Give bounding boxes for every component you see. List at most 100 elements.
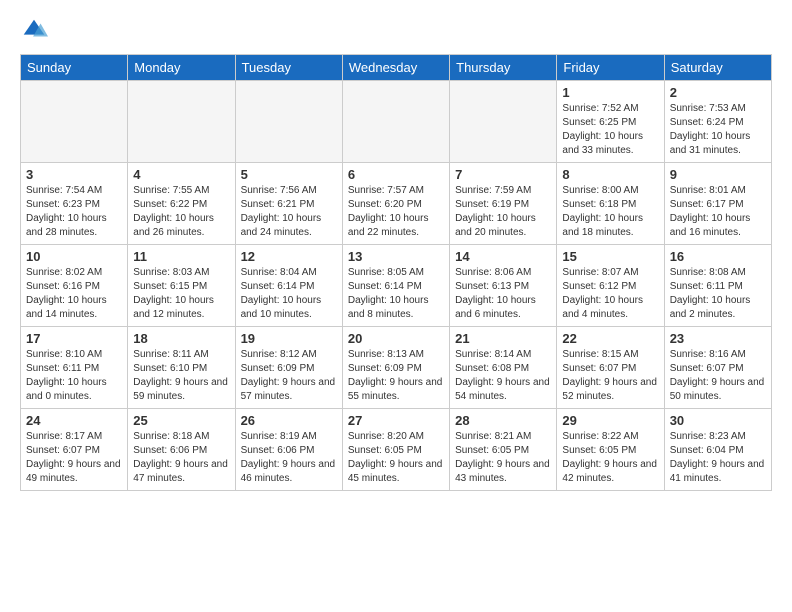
day-info: Sunrise: 7:53 AM Sunset: 6:24 PM Dayligh… [670,102,766,158]
day-number: 26 [241,413,337,428]
day-number: 19 [241,331,337,346]
header-day-monday: Monday [128,55,235,81]
calendar-cell: 7 Sunrise: 7:59 AM Sunset: 6:19 PM Daylig… [450,163,557,245]
calendar-cell: 11Sunrise: 8:03 AM Sunset: 6:15 PM Dayli… [128,245,235,327]
day-number: 6 [348,167,444,182]
day-number: 10 [26,249,122,264]
header-day-saturday: Saturday [664,55,771,81]
day-number: 8 [562,167,658,182]
calendar-cell: 23 Sunrise: 8:16 AM Sunset: 6:07 PM Dayli… [664,327,771,409]
day-number: 25 [133,413,229,428]
day-number: 22 [562,331,658,346]
day-number: 18 [133,331,229,346]
calendar-header-row: SundayMondayTuesdayWednesdayThursdayFrid… [21,55,772,81]
day-number: 23 [670,331,766,346]
calendar-week-2: 3 Sunrise: 7:54 AM Sunset: 6:23 PM Daylig… [21,163,772,245]
page: SundayMondayTuesdayWednesdayThursdayFrid… [0,0,792,507]
day-info: Sunrise: 8:11 AM Sunset: 6:10 PM Dayligh… [133,348,229,404]
day-number: 1 [562,85,658,100]
calendar-cell [21,81,128,163]
day-info: Sunrise: 8:23 AM Sunset: 6:04 PM Dayligh… [670,430,766,486]
day-number: 11 [133,249,229,264]
day-info: Sunrise: 8:19 AM Sunset: 6:06 PM Dayligh… [241,430,337,486]
calendar-cell: 10 Sunrise: 8:02 AM Sunset: 6:16 PM Dayli… [21,245,128,327]
day-info: Sunrise: 7:55 AM Sunset: 6:22 PM Dayligh… [133,184,229,240]
day-info: Sunrise: 8:15 AM Sunset: 6:07 PM Dayligh… [562,348,658,404]
calendar-cell: 28Sunrise: 8:21 AM Sunset: 6:05 PM Dayli… [450,409,557,491]
day-info: Sunrise: 7:59 AM Sunset: 6:19 PM Dayligh… [455,184,551,240]
day-number: 3 [26,167,122,182]
calendar-cell [235,81,342,163]
day-info: Sunrise: 8:05 AM Sunset: 6:14 PM Dayligh… [348,266,444,322]
calendar-cell: 1 Sunrise: 7:52 AM Sunset: 6:25 PM Daylig… [557,81,664,163]
calendar-cell: 15 Sunrise: 8:07 AM Sunset: 6:12 PM Dayli… [557,245,664,327]
calendar-cell: 26 Sunrise: 8:19 AM Sunset: 6:06 PM Dayli… [235,409,342,491]
calendar-week-4: 17Sunrise: 8:10 AM Sunset: 6:11 PM Dayli… [21,327,772,409]
day-info: Sunrise: 8:14 AM Sunset: 6:08 PM Dayligh… [455,348,551,404]
header-day-sunday: Sunday [21,55,128,81]
calendar-cell: 12Sunrise: 8:04 AM Sunset: 6:14 PM Dayli… [235,245,342,327]
header-day-wednesday: Wednesday [342,55,449,81]
calendar-cell: 16 Sunrise: 8:08 AM Sunset: 6:11 PM Dayli… [664,245,771,327]
day-info: Sunrise: 8:07 AM Sunset: 6:12 PM Dayligh… [562,266,658,322]
calendar-week-3: 10 Sunrise: 8:02 AM Sunset: 6:16 PM Dayli… [21,245,772,327]
calendar-week-1: 1 Sunrise: 7:52 AM Sunset: 6:25 PM Daylig… [21,81,772,163]
day-info: Sunrise: 8:18 AM Sunset: 6:06 PM Dayligh… [133,430,229,486]
day-number: 21 [455,331,551,346]
day-info: Sunrise: 7:57 AM Sunset: 6:20 PM Dayligh… [348,184,444,240]
day-info: Sunrise: 8:12 AM Sunset: 6:09 PM Dayligh… [241,348,337,404]
day-number: 29 [562,413,658,428]
calendar-cell: 17Sunrise: 8:10 AM Sunset: 6:11 PM Dayli… [21,327,128,409]
day-number: 15 [562,249,658,264]
calendar-cell: 18 Sunrise: 8:11 AM Sunset: 6:10 PM Dayli… [128,327,235,409]
calendar-cell: 13 Sunrise: 8:05 AM Sunset: 6:14 PM Dayli… [342,245,449,327]
calendar-cell: 8Sunrise: 8:00 AM Sunset: 6:18 PM Daylig… [557,163,664,245]
day-number: 4 [133,167,229,182]
day-number: 28 [455,413,551,428]
calendar-cell [342,81,449,163]
day-info: Sunrise: 7:56 AM Sunset: 6:21 PM Dayligh… [241,184,337,240]
day-number: 14 [455,249,551,264]
header-day-thursday: Thursday [450,55,557,81]
calendar-cell: 20 Sunrise: 8:13 AM Sunset: 6:09 PM Dayli… [342,327,449,409]
header-day-friday: Friday [557,55,664,81]
calendar-cell: 6 Sunrise: 7:57 AM Sunset: 6:20 PM Daylig… [342,163,449,245]
day-info: Sunrise: 7:52 AM Sunset: 6:25 PM Dayligh… [562,102,658,158]
day-info: Sunrise: 8:16 AM Sunset: 6:07 PM Dayligh… [670,348,766,404]
day-info: Sunrise: 8:17 AM Sunset: 6:07 PM Dayligh… [26,430,122,486]
day-info: Sunrise: 8:20 AM Sunset: 6:05 PM Dayligh… [348,430,444,486]
day-info: Sunrise: 8:01 AM Sunset: 6:17 PM Dayligh… [670,184,766,240]
day-number: 30 [670,413,766,428]
day-number: 17 [26,331,122,346]
day-number: 7 [455,167,551,182]
day-info: Sunrise: 8:02 AM Sunset: 6:16 PM Dayligh… [26,266,122,322]
day-info: Sunrise: 8:22 AM Sunset: 6:05 PM Dayligh… [562,430,658,486]
day-number: 16 [670,249,766,264]
day-number: 9 [670,167,766,182]
day-info: Sunrise: 8:13 AM Sunset: 6:09 PM Dayligh… [348,348,444,404]
calendar-cell: 27 Sunrise: 8:20 AM Sunset: 6:05 PM Dayli… [342,409,449,491]
logo-icon [20,16,48,44]
day-info: Sunrise: 8:06 AM Sunset: 6:13 PM Dayligh… [455,266,551,322]
calendar-cell [128,81,235,163]
day-info: Sunrise: 8:08 AM Sunset: 6:11 PM Dayligh… [670,266,766,322]
calendar-cell: 30 Sunrise: 8:23 AM Sunset: 6:04 PM Dayli… [664,409,771,491]
header-day-tuesday: Tuesday [235,55,342,81]
calendar-cell: 4 Sunrise: 7:55 AM Sunset: 6:22 PM Daylig… [128,163,235,245]
calendar-cell: 3 Sunrise: 7:54 AM Sunset: 6:23 PM Daylig… [21,163,128,245]
day-info: Sunrise: 7:54 AM Sunset: 6:23 PM Dayligh… [26,184,122,240]
calendar-cell: 29 Sunrise: 8:22 AM Sunset: 6:05 PM Dayli… [557,409,664,491]
day-number: 27 [348,413,444,428]
calendar-cell: 2Sunrise: 7:53 AM Sunset: 6:24 PM Daylig… [664,81,771,163]
calendar-cell: 9 Sunrise: 8:01 AM Sunset: 6:17 PM Daylig… [664,163,771,245]
calendar-week-5: 24Sunrise: 8:17 AM Sunset: 6:07 PM Dayli… [21,409,772,491]
calendar-cell: 5Sunrise: 7:56 AM Sunset: 6:21 PM Daylig… [235,163,342,245]
calendar-cell: 25 Sunrise: 8:18 AM Sunset: 6:06 PM Dayli… [128,409,235,491]
day-number: 20 [348,331,444,346]
day-number: 13 [348,249,444,264]
calendar-cell: 24Sunrise: 8:17 AM Sunset: 6:07 PM Dayli… [21,409,128,491]
logo [20,16,52,44]
header [20,16,772,44]
calendar-cell: 21 Sunrise: 8:14 AM Sunset: 6:08 PM Dayli… [450,327,557,409]
calendar-table: SundayMondayTuesdayWednesdayThursdayFrid… [20,54,772,491]
